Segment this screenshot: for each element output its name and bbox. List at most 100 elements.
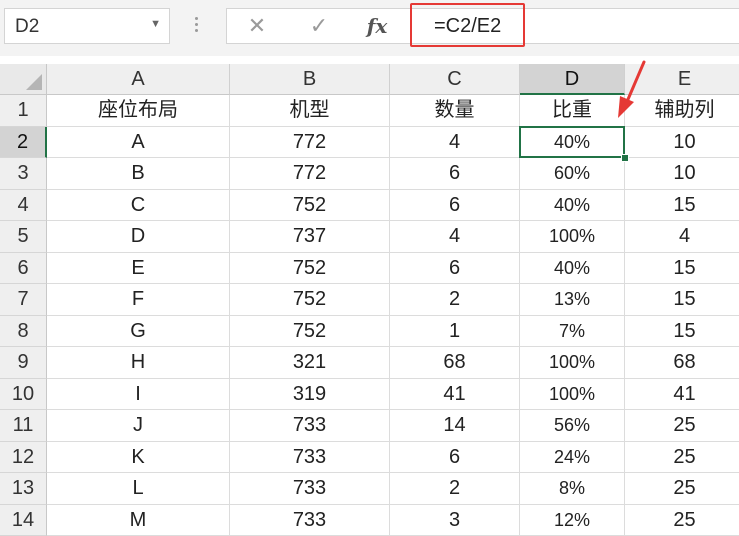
row-header-9[interactable]: 9	[0, 347, 47, 379]
cell-d1[interactable]: 比重	[520, 95, 625, 127]
cell-a7[interactable]: F	[47, 284, 230, 316]
cell-a13[interactable]: L	[47, 473, 230, 505]
cell-e5[interactable]: 4	[625, 221, 739, 253]
formula-bar: D2 ▼ ✕ ✓ fx =C2/E2	[0, 0, 739, 56]
cell-d14[interactable]: 12%	[520, 505, 625, 536]
cell-d2[interactable]: 40%	[520, 127, 625, 159]
cell-b5[interactable]: 737	[230, 221, 390, 253]
cell-d12[interactable]: 24%	[520, 442, 625, 474]
cell-a2[interactable]: A	[47, 127, 230, 159]
name-box-value: D2	[15, 16, 39, 38]
cell-d10[interactable]: 100%	[520, 379, 625, 411]
cell-a11[interactable]: J	[47, 410, 230, 442]
cell-e2[interactable]: 10	[625, 127, 739, 159]
row-header-4[interactable]: 4	[0, 190, 47, 222]
cell-a9[interactable]: H	[47, 347, 230, 379]
chevron-down-icon[interactable]: ▼	[150, 18, 161, 30]
cell-a12[interactable]: K	[47, 442, 230, 474]
close-icon[interactable]: ✕	[239, 11, 275, 41]
cell-d11[interactable]: 56%	[520, 410, 625, 442]
row-header-5[interactable]: 5	[0, 221, 47, 253]
row-header-14[interactable]: 14	[0, 505, 47, 536]
cell-c1[interactable]: 数量	[390, 95, 520, 127]
row-header-2[interactable]: 2	[0, 127, 47, 159]
cell-e11[interactable]: 25	[625, 410, 739, 442]
check-icon[interactable]: ✓	[301, 11, 337, 41]
cell-c9[interactable]: 68	[390, 347, 520, 379]
cell-d8[interactable]: 7%	[520, 316, 625, 348]
row-header-12[interactable]: 12	[0, 442, 47, 474]
cell-c2[interactable]: 4	[390, 127, 520, 159]
insert-function-button[interactable]: fx	[359, 11, 395, 41]
cell-c14[interactable]: 3	[390, 505, 520, 536]
cell-d4[interactable]: 40%	[520, 190, 625, 222]
row-header-6[interactable]: 6	[0, 253, 47, 285]
row-header-11[interactable]: 11	[0, 410, 47, 442]
cell-a5[interactable]: D	[47, 221, 230, 253]
row-header-7[interactable]: 7	[0, 284, 47, 316]
cell-a1[interactable]: 座位布局	[47, 95, 230, 127]
column-header-b[interactable]: B	[230, 64, 390, 95]
cell-e3[interactable]: 10	[625, 158, 739, 190]
cell-a10[interactable]: I	[47, 379, 230, 411]
cell-b11[interactable]: 733	[230, 410, 390, 442]
cell-a6[interactable]: E	[47, 253, 230, 285]
cell-c4[interactable]: 6	[390, 190, 520, 222]
cell-c10[interactable]: 41	[390, 379, 520, 411]
row-header-13[interactable]: 13	[0, 473, 47, 505]
cell-c13[interactable]: 2	[390, 473, 520, 505]
cell-e7[interactable]: 15	[625, 284, 739, 316]
fill-handle[interactable]	[621, 154, 629, 162]
cell-a4[interactable]: C	[47, 190, 230, 222]
row-header-8[interactable]: 8	[0, 316, 47, 348]
cell-a14[interactable]: M	[47, 505, 230, 536]
cell-b8[interactable]: 752	[230, 316, 390, 348]
cell-e8[interactable]: 15	[625, 316, 739, 348]
grip-dots-icon	[193, 14, 199, 38]
cell-b7[interactable]: 752	[230, 284, 390, 316]
cell-e9[interactable]: 68	[625, 347, 739, 379]
cell-c11[interactable]: 14	[390, 410, 520, 442]
column-header-a[interactable]: A	[47, 64, 230, 95]
cell-b13[interactable]: 733	[230, 473, 390, 505]
cell-d5[interactable]: 100%	[520, 221, 625, 253]
cell-d7[interactable]: 13%	[520, 284, 625, 316]
cell-c8[interactable]: 1	[390, 316, 520, 348]
row-header-3[interactable]: 3	[0, 158, 47, 190]
cell-a3[interactable]: B	[47, 158, 230, 190]
row-header-1[interactable]: 1	[0, 95, 47, 127]
cell-b14[interactable]: 733	[230, 505, 390, 536]
cell-b3[interactable]: 772	[230, 158, 390, 190]
name-box[interactable]: D2 ▼	[4, 8, 170, 44]
select-all-button[interactable]	[0, 64, 47, 95]
formula-buttons: ✕ ✓ fx	[226, 8, 406, 44]
cell-c5[interactable]: 4	[390, 221, 520, 253]
cell-d3[interactable]: 60%	[520, 158, 625, 190]
cell-b2[interactable]: 772	[230, 127, 390, 159]
cell-b10[interactable]: 319	[230, 379, 390, 411]
cell-b9[interactable]: 321	[230, 347, 390, 379]
cell-c6[interactable]: 6	[390, 253, 520, 285]
cell-d13[interactable]: 8%	[520, 473, 625, 505]
cell-b12[interactable]: 733	[230, 442, 390, 474]
cell-b6[interactable]: 752	[230, 253, 390, 285]
cell-e13[interactable]: 25	[625, 473, 739, 505]
cell-b1[interactable]: 机型	[230, 95, 390, 127]
cell-a8[interactable]: G	[47, 316, 230, 348]
cell-b4[interactable]: 752	[230, 190, 390, 222]
cell-c7[interactable]: 2	[390, 284, 520, 316]
cell-e6[interactable]: 15	[625, 253, 739, 285]
column-header-c[interactable]: C	[390, 64, 520, 95]
cell-e14[interactable]: 25	[625, 505, 739, 536]
cell-e4[interactable]: 15	[625, 190, 739, 222]
row-header-10[interactable]: 10	[0, 379, 47, 411]
cell-c3[interactable]: 6	[390, 158, 520, 190]
cell-d6[interactable]: 40%	[520, 253, 625, 285]
annotation-arrow-icon	[612, 60, 652, 124]
formula-text: =C2/E2	[434, 15, 501, 38]
cell-c12[interactable]: 6	[390, 442, 520, 474]
cell-d9[interactable]: 100%	[520, 347, 625, 379]
cell-e10[interactable]: 41	[625, 379, 739, 411]
cell-e12[interactable]: 25	[625, 442, 739, 474]
column-header-d[interactable]: D	[520, 64, 625, 95]
